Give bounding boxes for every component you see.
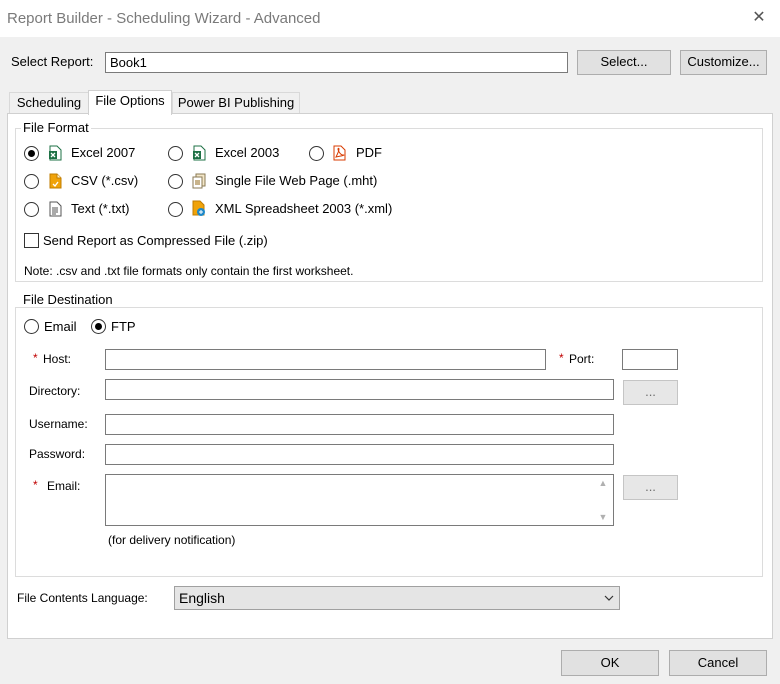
xml-file-icon [192, 200, 205, 216]
close-icon[interactable]: ✕ [747, 7, 771, 29]
pdf-icon [333, 145, 346, 161]
tab-scheduling[interactable]: Scheduling [9, 92, 89, 113]
required-mark: * [33, 351, 38, 365]
tab-file-options[interactable]: File Options [88, 90, 172, 115]
notification-email-label: Email: [47, 479, 81, 493]
radio-email-destination[interactable] [24, 319, 39, 334]
file-format-legend: File Format [21, 120, 91, 135]
language-select[interactable]: English [174, 586, 620, 610]
scroll-down-icon[interactable]: ▼ [594, 509, 612, 525]
tab-power-bi-publishing[interactable]: Power BI Publishing [172, 92, 300, 113]
option-label-excel-2003: Excel 2003 [215, 145, 280, 160]
select-report-label: Select Report: [11, 54, 94, 69]
excel-icon [49, 145, 62, 161]
directory-browse-button[interactable]: ... [623, 380, 678, 405]
file-destination-legend: File Destination [21, 292, 115, 307]
option-label-excel-2007: Excel 2007 [71, 145, 136, 160]
password-input[interactable] [105, 444, 614, 465]
compress-zip-label: Send Report as Compressed File (.zip) [43, 233, 268, 248]
cancel-button[interactable]: Cancel [669, 650, 767, 676]
radio-excel-2003[interactable] [168, 146, 183, 161]
select-report-button[interactable]: Select... [577, 50, 671, 75]
host-label: Host: [43, 352, 72, 366]
username-label: Username: [29, 417, 88, 431]
compress-zip-checkbox[interactable] [24, 233, 39, 248]
required-mark: * [33, 478, 38, 492]
radio-csv[interactable] [24, 174, 39, 189]
host-input[interactable] [105, 349, 546, 370]
customize-button[interactable]: Customize... [680, 50, 767, 75]
notification-email-input[interactable] [105, 474, 614, 526]
language-value: English [179, 590, 225, 606]
file-options-panel: File Format Excel 2007 Excel 2003 PDF CS… [7, 113, 773, 639]
email-scrollbar[interactable]: ▲ ▼ [594, 475, 612, 525]
password-label: Password: [29, 447, 86, 461]
chevron-down-icon[interactable] [602, 591, 616, 605]
radio-ftp-destination[interactable] [91, 319, 106, 334]
excel-icon [193, 145, 206, 161]
report-name-input[interactable]: Book1 [105, 52, 568, 73]
port-input[interactable] [622, 349, 678, 370]
option-label-xml: XML Spreadsheet 2003 (*.xml) [215, 201, 393, 216]
window-title: Report Builder - Scheduling Wizard - Adv… [7, 10, 321, 27]
email-hint: (for delivery notification) [108, 533, 236, 547]
radio-mht[interactable] [168, 174, 183, 189]
radio-xml[interactable] [168, 202, 183, 217]
file-format-note: Note: .csv and .txt file formats only co… [24, 264, 354, 278]
ftp-destination-label: FTP [111, 319, 136, 334]
text-file-icon [49, 201, 62, 217]
csv-file-icon [49, 173, 62, 189]
web-page-icon [192, 173, 206, 189]
port-label: Port: [569, 352, 595, 366]
scroll-up-icon[interactable]: ▲ [594, 475, 612, 491]
option-label-csv: CSV (*.csv) [71, 173, 139, 188]
option-label-text: Text (*.txt) [71, 201, 130, 216]
directory-input[interactable] [105, 379, 614, 400]
language-label: File Contents Language: [17, 591, 148, 605]
option-label-mht: Single File Web Page (.mht) [215, 173, 378, 188]
directory-label: Directory: [29, 384, 81, 398]
username-input[interactable] [105, 414, 614, 435]
option-label-pdf: PDF [356, 145, 382, 160]
email-browse-button[interactable]: ... [623, 475, 678, 500]
ok-button[interactable]: OK [561, 650, 659, 676]
radio-pdf[interactable] [309, 146, 324, 161]
required-mark: * [559, 351, 564, 365]
email-destination-label: Email [44, 319, 77, 334]
radio-excel-2007[interactable] [24, 146, 39, 161]
radio-text[interactable] [24, 202, 39, 217]
